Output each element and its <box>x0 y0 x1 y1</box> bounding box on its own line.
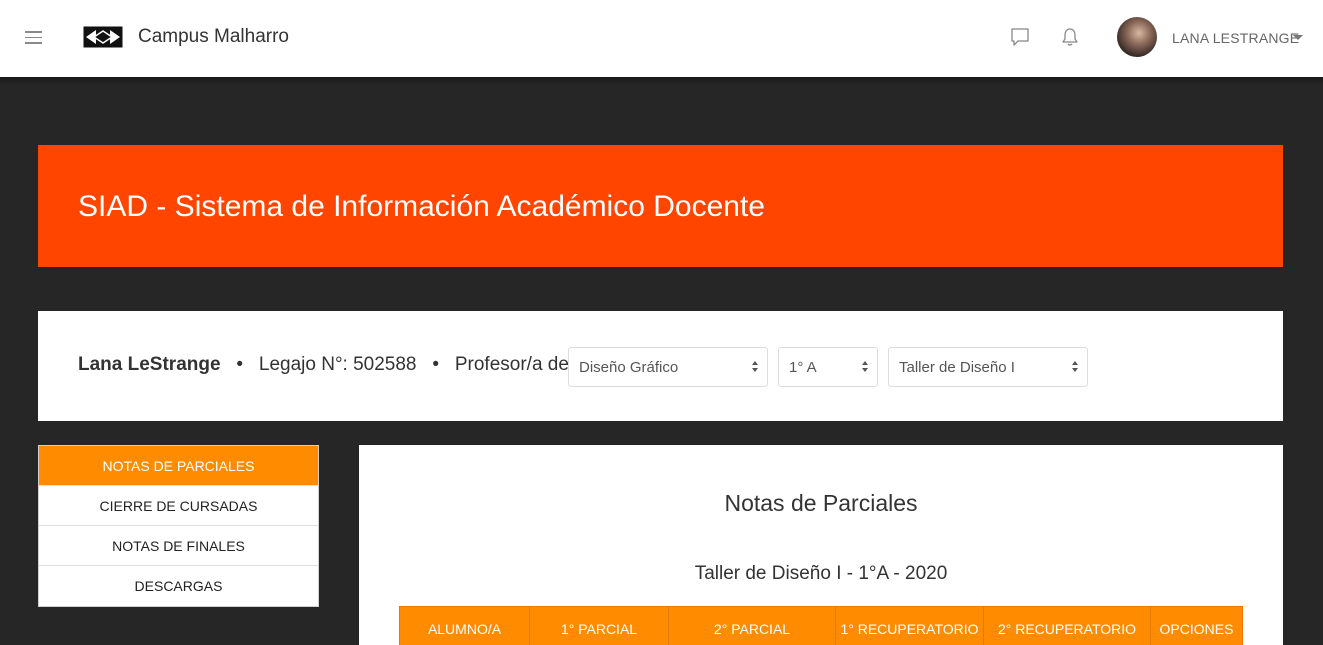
professor-info: Lana LeStrange • Legajo N°: 502588 • Pro… <box>78 354 569 376</box>
col-alumno[interactable]: ALUMNO/A <box>399 606 530 645</box>
select-arrows-icon <box>752 360 758 374</box>
select-arrows-icon <box>1072 360 1078 374</box>
materia-select-value: Taller de Diseño I <box>899 359 1015 376</box>
caret-down-icon[interactable] <box>1293 35 1303 40</box>
professor-name: Lana LeStrange <box>78 354 221 375</box>
col-opciones[interactable]: OPCIONES <box>1150 606 1243 645</box>
chat-icon[interactable] <box>1010 27 1030 47</box>
materia-select[interactable]: Taller de Diseño I <box>888 347 1088 387</box>
bell-icon[interactable] <box>1060 27 1080 47</box>
profesor-label: Profesor/a de <box>454 354 569 375</box>
menu-item-notas-parciales[interactable]: NOTAS DE PARCIALES <box>39 446 318 486</box>
curso-select-value: 1° A <box>789 359 817 376</box>
col-parcial-1[interactable]: 1° PARCIAL <box>529 606 669 645</box>
carrera-select[interactable]: Diseño Gráfico <box>568 347 768 387</box>
banner-title: SIAD - Sistema de Información Académico … <box>78 190 765 223</box>
curso-select[interactable]: 1° A <box>778 347 878 387</box>
menu-icon[interactable] <box>25 31 42 44</box>
top-navbar: Campus Malharro LANA LESTRANGE <box>0 0 1323 77</box>
select-arrows-icon <box>862 360 868 374</box>
side-menu: NOTAS DE PARCIALES CIERRE DE CURSADAS NO… <box>38 445 319 607</box>
professor-info-bar: Lana LeStrange • Legajo N°: 502588 • Pro… <box>38 311 1283 421</box>
grades-table: ALUMNO/A 1° PARCIAL 2° PARCIAL 1° RECUPE… <box>399 606 1243 645</box>
table-header-row: ALUMNO/A 1° PARCIAL 2° PARCIAL 1° RECUPE… <box>399 606 1243 645</box>
siad-banner: SIAD - Sistema de Información Académico … <box>38 145 1283 267</box>
carrera-select-value: Diseño Gráfico <box>579 359 679 376</box>
navbar-shadow <box>0 77 1323 85</box>
col-parcial-2[interactable]: 2° PARCIAL <box>668 606 836 645</box>
page-subtitle: Taller de Diseño I - 1°A - 2020 <box>694 563 948 584</box>
separator-dot: • <box>421 354 450 375</box>
menu-item-notas-finales[interactable]: NOTAS DE FINALES <box>39 526 318 566</box>
page-title: Notas de Parciales <box>724 490 918 516</box>
col-recuperatorio-1[interactable]: 1° RECUPERATORIO <box>835 606 984 645</box>
user-name[interactable]: LANA LESTRANGE <box>1172 30 1299 46</box>
logo-icon[interactable] <box>83 26 123 48</box>
main-panel: Notas de Parciales Taller de Diseño I - … <box>359 445 1283 645</box>
separator-dot: • <box>225 354 254 375</box>
avatar[interactable] <box>1117 17 1157 57</box>
legajo-label: Legajo N°: 502588 <box>258 354 417 375</box>
brand-name[interactable]: Campus Malharro <box>138 26 289 48</box>
col-recuperatorio-2[interactable]: 2° RECUPERATORIO <box>983 606 1151 645</box>
menu-item-cierre-cursadas[interactable]: CIERRE DE CURSADAS <box>39 486 318 526</box>
menu-item-descargas[interactable]: DESCARGAS <box>39 566 318 606</box>
